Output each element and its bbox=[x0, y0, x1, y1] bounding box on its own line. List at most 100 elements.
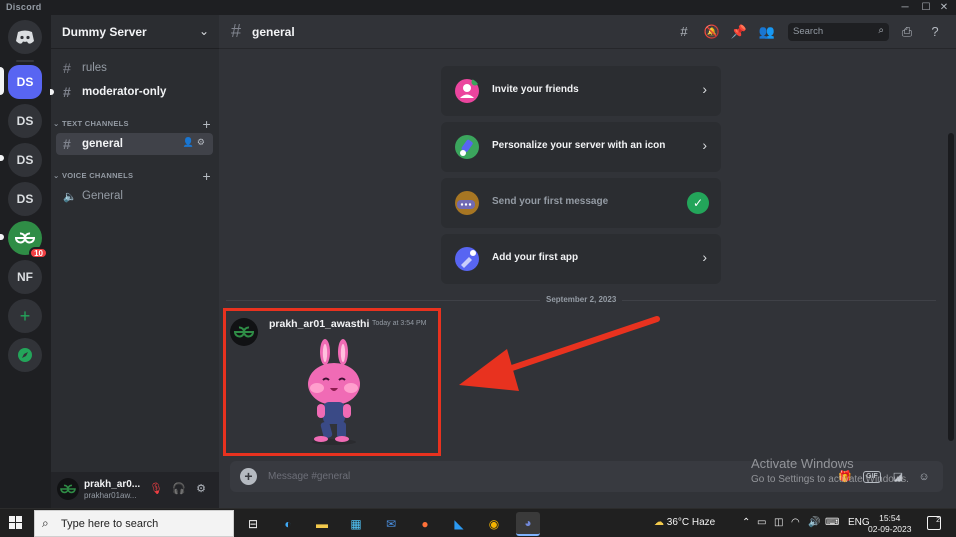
channel-label: rules bbox=[82, 62, 107, 74]
activate-windows-watermark: Activate Windows Go to Settings to activ… bbox=[751, 456, 909, 485]
invite-friends-icon bbox=[455, 78, 479, 103]
chevron-right-icon: › bbox=[702, 81, 707, 97]
composer-input[interactable]: Message #general bbox=[268, 471, 350, 482]
camera-icon[interactable]: ◫ bbox=[774, 517, 783, 528]
watermark-subtitle: Go to Settings to activate Windows. bbox=[751, 474, 909, 485]
server-nf[interactable]: NF bbox=[8, 260, 42, 294]
discord-taskbar-icon[interactable]: ◕ bbox=[516, 512, 540, 536]
window-title: Discord bbox=[6, 2, 42, 12]
notification-count: 2 bbox=[936, 517, 940, 524]
keyboard-icon[interactable]: ⌨ bbox=[825, 517, 839, 528]
mute-mic-icon[interactable]: 🎙 bbox=[148, 481, 164, 497]
card-personalize-server[interactable]: Personalize your server with an icon › bbox=[441, 122, 721, 172]
message-bubble-icon bbox=[455, 191, 479, 215]
notification-bell-muted-icon[interactable]: 🔕 bbox=[703, 24, 721, 40]
member-list-icon[interactable]: 👥 bbox=[758, 24, 776, 40]
channel-rules[interactable]: # rules bbox=[56, 57, 213, 79]
firefox-icon[interactable]: ● bbox=[413, 512, 437, 536]
user-avatar[interactable] bbox=[57, 478, 79, 500]
author-avatar[interactable] bbox=[230, 318, 258, 346]
unread-indicator bbox=[50, 89, 54, 95]
pin-icon[interactable]: 📌 bbox=[730, 24, 748, 40]
file-explorer-icon[interactable]: ▬ bbox=[310, 512, 334, 536]
chevron-right-icon: › bbox=[702, 249, 707, 265]
card-label: Send your first message bbox=[492, 196, 609, 207]
user-settings-gear-icon[interactable]: ⚙ bbox=[193, 481, 209, 497]
gear-icon[interactable]: ⚙ bbox=[197, 137, 208, 147]
mention-badge: 10 bbox=[29, 247, 48, 259]
card-send-first-message[interactable]: Send your first message ✓ bbox=[441, 178, 721, 228]
hash-lock-icon: # bbox=[63, 84, 71, 100]
pink-bunny-sticker[interactable] bbox=[303, 338, 365, 446]
discord-home-button[interactable] bbox=[8, 20, 42, 54]
speaker-icon: 🔈 bbox=[63, 190, 77, 203]
vscode-icon[interactable]: ◣ bbox=[447, 512, 471, 536]
channel-moderator-only[interactable]: # moderator-only bbox=[56, 81, 213, 103]
edge-browser-icon[interactable]: ◐ bbox=[276, 512, 300, 536]
inbox-icon[interactable]: ⎙ bbox=[898, 24, 916, 40]
taskbar-search-input[interactable]: ⌕ Type here to search bbox=[34, 510, 234, 537]
discord-logo-icon bbox=[16, 30, 34, 44]
rail-separator bbox=[16, 60, 34, 62]
card-add-first-app[interactable]: Add your first app › bbox=[441, 234, 721, 284]
checkmark-icon: ✓ bbox=[687, 192, 709, 214]
wifi-icon[interactable]: ◠ bbox=[791, 517, 800, 528]
user-tag: prakhar01aw... bbox=[84, 491, 137, 500]
server-dummy-server[interactable]: DS bbox=[8, 65, 42, 99]
explore-servers-button[interactable] bbox=[8, 338, 42, 372]
close-button[interactable]: ✕ bbox=[932, 0, 956, 15]
server-header[interactable]: Dummy Server ⌄ bbox=[51, 15, 219, 49]
headphones-icon[interactable]: 🎧 bbox=[171, 481, 187, 497]
compass-icon bbox=[18, 348, 32, 362]
hash-icon: # bbox=[63, 60, 71, 76]
voice-channel-general[interactable]: 🔈 General bbox=[56, 185, 213, 207]
hash-icon: # bbox=[231, 21, 242, 41]
message-author[interactable]: prakh_ar01_awasthi bbox=[269, 318, 369, 330]
card-label: Invite your friends bbox=[492, 84, 579, 95]
channel-sidebar: Dummy Server ⌄ # rules # moderator-only … bbox=[50, 15, 219, 508]
username: prakh_ar0... bbox=[84, 479, 141, 490]
watermark-title: Activate Windows bbox=[751, 456, 854, 471]
microsoft-store-icon[interactable]: ▦ bbox=[344, 512, 368, 536]
create-channel-icon[interactable]: + bbox=[203, 168, 211, 184]
chevron-up-icon[interactable]: ⌃ bbox=[742, 517, 750, 528]
selected-pill bbox=[0, 67, 4, 95]
mail-icon[interactable]: ✉ bbox=[379, 512, 403, 536]
search-icon: ⌕ bbox=[42, 516, 49, 530]
date-divider: September 2, 2023 bbox=[540, 295, 623, 304]
task-view-icon[interactable]: ⊟ bbox=[241, 512, 265, 536]
chrome-icon[interactable]: ◉ bbox=[482, 512, 506, 536]
category-label: TEXT CHANNELS bbox=[61, 119, 129, 128]
add-server-button[interactable]: + bbox=[8, 299, 42, 333]
create-channel-icon[interactable]: + bbox=[203, 116, 211, 132]
weather-widget[interactable]: ☁ 36°C Haze bbox=[654, 517, 715, 528]
scrollbar-thumb[interactable] bbox=[948, 133, 954, 441]
search-input[interactable]: Search ⌕ bbox=[788, 23, 889, 41]
server-ds-4[interactable]: DS bbox=[8, 182, 42, 216]
notification-center-icon[interactable]: 2 bbox=[927, 516, 941, 530]
channel-general[interactable]: # general 👤⚙ bbox=[56, 133, 213, 155]
category-label: VOICE CHANNELS bbox=[61, 171, 134, 180]
card-invite-friends[interactable]: Invite your friends › bbox=[441, 66, 721, 116]
windows-start-icon[interactable] bbox=[9, 516, 23, 530]
volume-icon[interactable]: 🔊 bbox=[808, 517, 820, 528]
category-voice-channels[interactable]: ⌄ VOICE CHANNELS + bbox=[53, 168, 213, 185]
user-panel: prakh_ar0... prakhar01aw... 🎙 🎧 ⚙ bbox=[51, 472, 219, 508]
threads-icon[interactable]: # bbox=[675, 24, 693, 40]
attach-plus-icon[interactable]: + bbox=[240, 468, 257, 485]
search-icon: ⌕ bbox=[878, 25, 884, 36]
message-timestamp: Today at 3:54 PM bbox=[372, 320, 427, 327]
server-ds-2[interactable]: DS bbox=[8, 104, 42, 138]
language-indicator[interactable]: ENG bbox=[848, 517, 870, 528]
taskbar-clock[interactable]: 15:54 02-09-2023 bbox=[868, 513, 911, 535]
server-ds-3[interactable]: DS bbox=[8, 143, 42, 177]
invite-user-icon[interactable]: 👤 bbox=[183, 137, 197, 147]
server-geeksforgeeks[interactable]: 10 bbox=[8, 221, 48, 259]
card-label: Personalize your server with an icon bbox=[492, 140, 666, 151]
help-icon[interactable]: ? bbox=[926, 24, 944, 40]
battery-icon[interactable]: ▭ bbox=[757, 517, 766, 528]
emoji-icon[interactable]: ☺ bbox=[916, 469, 932, 485]
chevron-right-icon: › bbox=[702, 137, 707, 153]
hash-icon: # bbox=[63, 136, 71, 152]
category-text-channels[interactable]: ⌄ TEXT CHANNELS + bbox=[53, 116, 213, 133]
